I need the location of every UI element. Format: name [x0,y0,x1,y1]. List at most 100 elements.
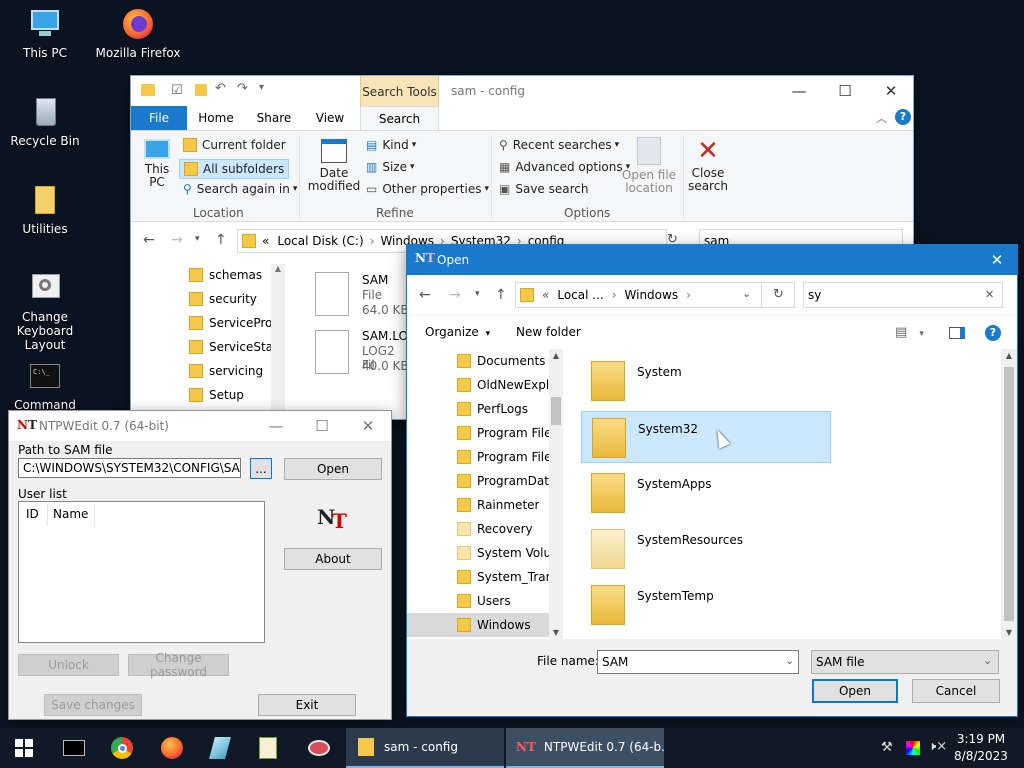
tree-item[interactable]: Rainmeter [457,493,539,517]
taskbar-app-notepad[interactable] [246,728,290,768]
start-button[interactable] [0,728,48,768]
preview-pane-icon[interactable] [949,327,965,339]
chevron-down-icon[interactable]: ⌄ [983,654,992,667]
breadcrumb-item[interactable]: Windows [625,288,679,302]
tree-item[interactable]: Documents a [457,349,557,373]
tab-view[interactable]: View [305,106,355,130]
file-item[interactable]: SAM.LOG LOG2 Fil 40.0 KB [311,324,417,376]
tree-item[interactable]: System_Trans [457,565,559,589]
search-again-in-button[interactable]: ⚲ Search again in ▾ [183,182,297,196]
up-arrow-icon[interactable]: ↑ [215,232,227,248]
save-search-button[interactable]: ▣ Save search [499,182,588,196]
search-input[interactable]: sy [803,282,1003,308]
tray-color-icon[interactable] [906,741,920,755]
advanced-options-button[interactable]: ▦ Advanced options ▾ [499,160,630,174]
folder-item[interactable]: SystemResources [581,523,831,575]
change-password-button[interactable]: Change password [128,651,229,679]
organize-button[interactable]: Organize ▾ [425,325,490,339]
kind-button[interactable]: ▤ Kind ▾ [366,138,416,152]
about-button[interactable]: About [284,548,382,570]
tree-item-selected[interactable]: Windows [407,613,549,637]
close-button[interactable]: ✕ [977,245,1017,275]
tray-volume-muted-icon[interactable]: 🕨× [928,739,947,754]
tab-file[interactable]: File [131,106,187,130]
tree-item[interactable]: ProgramData [457,469,556,493]
desktop-icon-recycle-bin[interactable]: Recycle Bin [0,94,90,148]
view-options-icon[interactable]: ▤ ▾ [895,325,924,340]
forward-arrow-icon[interactable]: → [449,287,461,303]
tree-item[interactable]: Setup [189,383,244,407]
desktop-icon-this-pc[interactable]: This PC [0,6,90,60]
chevron-down-icon[interactable]: ▾ [259,82,264,93]
tree-item[interactable]: ServiceProfi [189,311,280,335]
tree-item[interactable]: security [189,287,257,311]
back-arrow-icon[interactable]: ← [143,232,155,248]
chevron-down-icon[interactable]: ⌄ [785,654,794,667]
tree-item[interactable]: Program Files [457,421,558,445]
tab-home[interactable]: Home [191,106,241,130]
all-subfolders-button[interactable]: All subfolders [179,159,290,179]
maximize-button[interactable]: ☐ [822,76,868,106]
taskbar-terminal[interactable] [52,728,96,768]
help-icon[interactable]: ? [985,325,1001,341]
tree-item[interactable]: PerfLogs [457,397,528,421]
nav-pane-scrollbar[interactable]: ▲ [271,264,285,414]
close-button[interactable]: ✕ [345,411,391,441]
chevron-down-icon[interactable]: ▾ [195,234,200,244]
file-type-select[interactable]: SAM file [811,650,999,674]
folder-item[interactable]: SystemTemp [581,579,831,631]
open-button[interactable]: Open [284,458,382,480]
file-list-scrollbar[interactable]: ▲ ▼ [1001,349,1017,639]
taskbar-chrome[interactable] [100,728,144,768]
address-bar[interactable]: « Local ... › Windows › ⌄ [515,282,795,308]
chevron-down-icon[interactable]: ▾ [475,289,480,299]
current-folder-button[interactable]: Current folder [183,138,286,152]
tray-network-icon[interactable]: ⚒ [881,740,893,755]
scrollbar-thumb[interactable] [1004,367,1014,621]
user-list[interactable]: ID Name [18,501,265,643]
exit-button[interactable]: Exit [258,694,356,716]
chevron-up-icon[interactable]: ︿ [876,110,887,126]
close-button[interactable]: ✕ [868,76,914,106]
taskbar-explorer-window[interactable]: sam - config [346,728,504,768]
breadcrumb-item[interactable]: Local Disk (C:) [277,234,363,248]
folder-item[interactable]: System [581,355,831,407]
recent-searches-button[interactable]: ⚲ Recent searches ▾ [499,138,619,152]
desktop-icon-command[interactable]: C:\_ Command [0,358,90,412]
folder-item-selected[interactable]: System32 [581,411,831,463]
open-file-location-button[interactable]: Open file location [621,137,677,195]
tree-item[interactable]: Recovery [457,517,533,541]
file-item[interactable]: SAM File 64.0 KB [311,266,411,318]
file-name-input[interactable]: SAM [597,650,799,674]
size-button[interactable]: ▥ Size ▾ [366,160,415,174]
tab-search[interactable]: Search [360,106,439,130]
tray-clock[interactable]: 3:19 PM 8/8/2023 [946,731,1016,765]
minimize-button[interactable]: — [253,411,299,441]
other-properties-button[interactable]: ▭ Other properties ▾ [366,182,489,196]
taskbar-firefox[interactable] [150,728,194,768]
taskbar-app-tool[interactable] [296,728,342,768]
tree-item[interactable]: schemas [189,263,262,287]
clear-search-icon[interactable]: ✕ [985,288,994,301]
open-button[interactable]: Open [812,679,898,703]
tree-item[interactable]: OldNewExplo [457,373,557,397]
folder-item[interactable]: SystemApps [581,467,831,519]
new-folder-button[interactable]: New folder [516,325,581,339]
tree-item[interactable]: servicing [189,359,263,383]
undo-icon[interactable]: ↶ [215,81,226,96]
scrollbar-thumb[interactable] [551,397,561,425]
this-pc-button[interactable]: This PC [141,137,173,189]
desktop-icon-firefox[interactable]: Mozilla Firefox [93,6,183,60]
tree-item[interactable]: Program Files [457,445,558,469]
cancel-button[interactable]: Cancel [912,679,1000,703]
breadcrumb-item[interactable]: Local ... [557,288,603,302]
up-arrow-icon[interactable]: ↑ [495,287,507,303]
desktop-icon-keyboard-layout[interactable]: Change Keyboard Layout [0,270,90,352]
properties-icon[interactable]: ☑ [171,83,183,98]
column-header-name[interactable]: Name [53,507,88,521]
date-modified-button[interactable]: Date modified [305,137,363,193]
tree-item[interactable]: System Volun [457,541,559,565]
unlock-button[interactable]: Unlock [18,654,119,676]
new-folder-icon[interactable] [195,84,207,96]
chevron-down-icon[interactable]: ⌄ [742,287,751,300]
